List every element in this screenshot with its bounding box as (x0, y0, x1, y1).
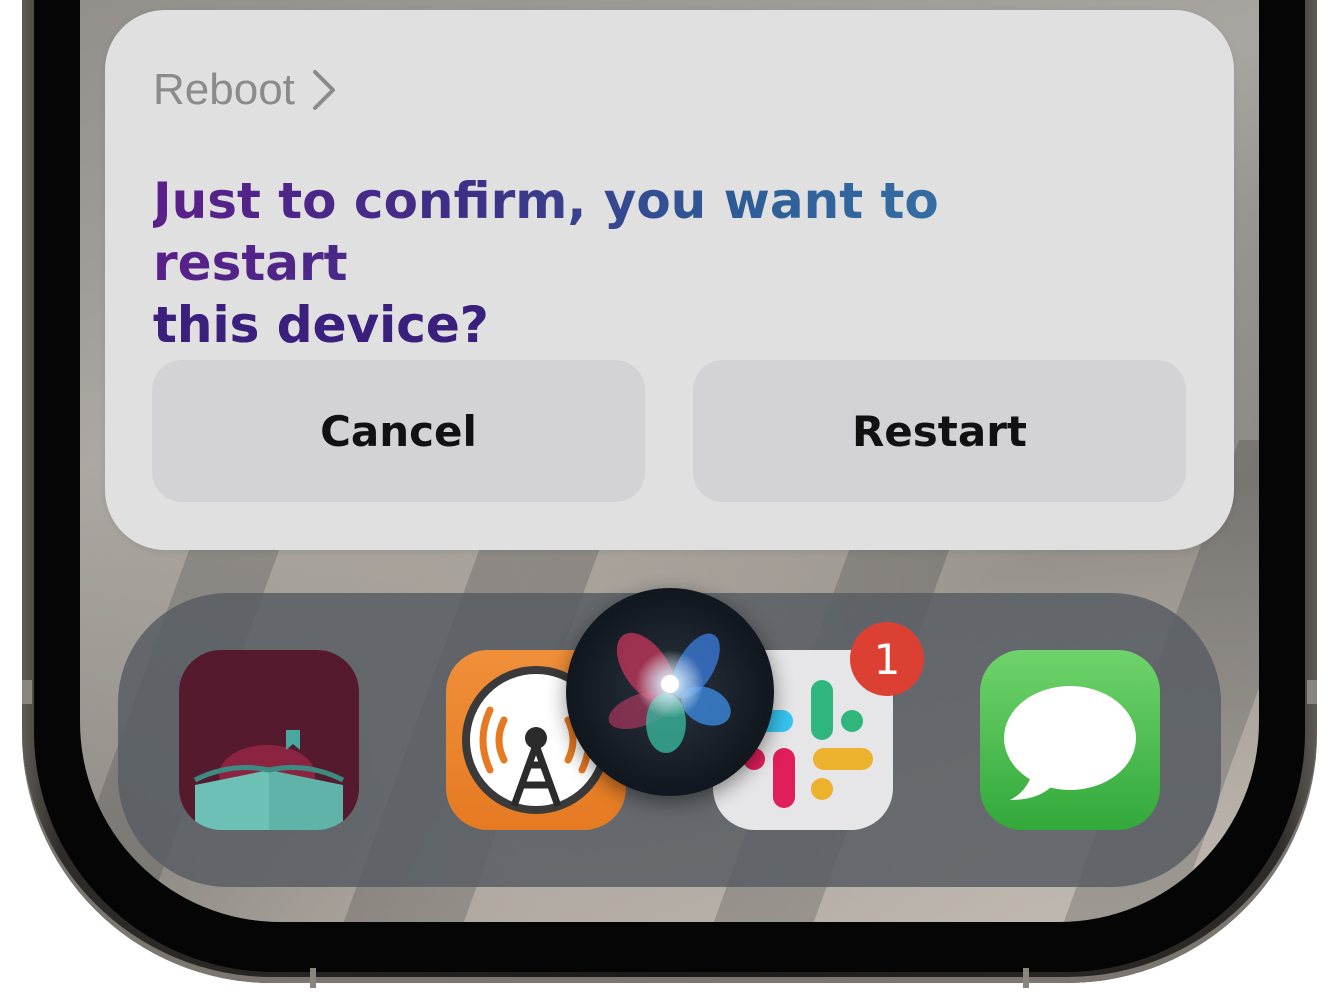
shortcut-header[interactable]: Reboot (153, 60, 339, 120)
side-antenna-line (22, 680, 32, 704)
messages-app-icon[interactable] (980, 650, 1160, 830)
chevron-right-icon (312, 70, 335, 110)
bottom-antenna-line (1023, 968, 1029, 988)
siri-question: Just to confirm, you want to restart thi… (153, 170, 1053, 356)
siri-confirmation-card: Reboot Just to confirm, you want to rest… (105, 10, 1234, 550)
siri-orb-icon[interactable] (566, 588, 774, 796)
cancel-button[interactable]: Cancel (152, 360, 645, 502)
shortcut-name: Reboot (153, 65, 295, 114)
messages-icon (1004, 686, 1136, 800)
question-line: this device? (153, 296, 489, 354)
restart-button[interactable]: Restart (693, 360, 1186, 502)
notification-badge: 1 (850, 622, 924, 696)
libby-icon (193, 730, 345, 830)
siri-waveform-icon (608, 632, 731, 753)
side-antenna-line (1307, 680, 1317, 704)
question-line: Just to confirm, you want to restart (153, 172, 939, 292)
bottom-antenna-line (310, 968, 316, 988)
libby-app-icon[interactable] (179, 650, 359, 830)
